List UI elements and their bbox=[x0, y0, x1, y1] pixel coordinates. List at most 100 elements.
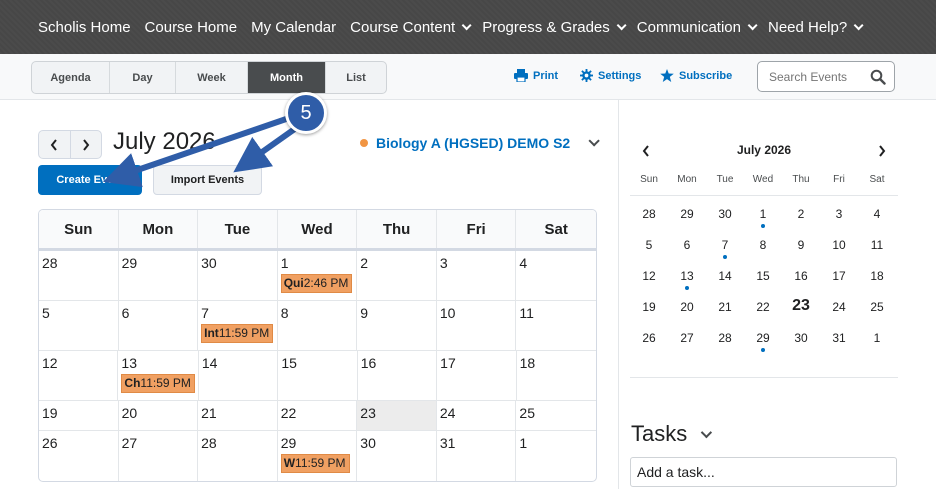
day-cell[interactable]: 1 bbox=[516, 431, 596, 481]
day-cell[interactable]: 23 bbox=[357, 401, 437, 430]
mini-day[interactable]: 21 bbox=[706, 293, 744, 324]
mini-day[interactable]: 15 bbox=[744, 262, 782, 293]
mini-day[interactable]: 20 bbox=[668, 293, 706, 324]
mini-day[interactable]: 19 bbox=[630, 293, 668, 324]
mini-next-month-button[interactable] bbox=[873, 142, 891, 160]
mini-day[interactable]: 25 bbox=[858, 293, 896, 324]
mini-day[interactable]: 22 bbox=[744, 293, 782, 324]
mini-day[interactable]: 28 bbox=[630, 200, 668, 231]
nav-item-scholis-home[interactable]: Scholis Home bbox=[38, 19, 131, 36]
calendar-event[interactable]: Qui2:46 PM bbox=[280, 274, 353, 293]
day-cell[interactable]: 19 bbox=[39, 401, 119, 430]
mini-day[interactable]: 31 bbox=[820, 324, 858, 355]
day-cell[interactable]: 15 bbox=[278, 351, 358, 400]
calendar-event[interactable]: Int11:59 PM bbox=[201, 324, 274, 343]
subscribe-link[interactable]: Subscribe bbox=[660, 69, 732, 82]
day-cell[interactable]: 7 Int11:59 PM bbox=[198, 301, 278, 350]
mini-day[interactable]: 29 bbox=[668, 200, 706, 231]
day-cell[interactable]: 14 bbox=[199, 351, 279, 400]
day-cell[interactable]: 13 Ch11:59 PM bbox=[118, 351, 199, 400]
mini-day[interactable]: 10 bbox=[820, 231, 858, 262]
day-cell[interactable]: 1 Qui2:46 PM bbox=[278, 251, 358, 300]
mini-day[interactable]: 7 bbox=[706, 231, 744, 262]
print-link[interactable]: Print bbox=[514, 69, 558, 82]
day-cell[interactable]: 28 bbox=[39, 251, 119, 300]
mini-day[interactable]: 5 bbox=[630, 231, 668, 262]
day-cell[interactable]: 24 bbox=[437, 401, 517, 430]
mini-day[interactable]: 3 bbox=[820, 200, 858, 231]
day-cell[interactable]: 21 bbox=[198, 401, 278, 430]
search-input[interactable] bbox=[758, 69, 858, 84]
mini-day[interactable]: 30 bbox=[706, 200, 744, 231]
day-cell[interactable]: 6 bbox=[119, 301, 199, 350]
add-task-input[interactable] bbox=[630, 457, 897, 487]
day-cell[interactable]: 18 bbox=[517, 351, 596, 400]
day-cell[interactable]: 22 bbox=[278, 401, 358, 430]
nav-item-course-home[interactable]: Course Home bbox=[145, 19, 238, 36]
mini-day[interactable]: 28 bbox=[706, 324, 744, 355]
tab-week[interactable]: Week bbox=[176, 62, 248, 93]
day-cell[interactable]: 9 bbox=[357, 301, 437, 350]
day-cell[interactable]: 5 bbox=[39, 301, 119, 350]
nav-item-course-content[interactable]: Course Content bbox=[350, 19, 472, 36]
day-cell[interactable]: 12 bbox=[39, 351, 119, 400]
mini-day[interactable]: 11 bbox=[858, 231, 896, 262]
nav-item-need-help[interactable]: Need Help? bbox=[768, 19, 864, 36]
tasks-toggle[interactable]: Tasks bbox=[631, 421, 713, 447]
day-cell[interactable]: 28 bbox=[198, 431, 278, 481]
day-cell[interactable]: 30 bbox=[198, 251, 278, 300]
day-cell[interactable]: 20 bbox=[119, 401, 199, 430]
search-events[interactable] bbox=[757, 61, 895, 92]
mini-day-today[interactable]: 23 bbox=[782, 293, 820, 324]
mini-day[interactable]: 8 bbox=[744, 231, 782, 262]
mini-day[interactable]: 2 bbox=[782, 200, 820, 231]
mini-day[interactable]: 17 bbox=[820, 262, 858, 293]
course-selector[interactable]: Biology A (HGSED) DEMO S2 bbox=[360, 135, 600, 151]
tab-month[interactable]: Month bbox=[248, 62, 326, 93]
day-cell[interactable]: 17 bbox=[437, 351, 517, 400]
tab-agenda[interactable]: Agenda bbox=[32, 62, 110, 93]
search-icon[interactable] bbox=[870, 69, 886, 85]
day-cell[interactable]: 29 W11:59 PM bbox=[278, 431, 358, 481]
tab-list[interactable]: List bbox=[326, 62, 386, 93]
day-cell[interactable]: 8 bbox=[278, 301, 358, 350]
day-cell[interactable]: 31 bbox=[437, 431, 517, 481]
day-cell[interactable]: 16 bbox=[358, 351, 438, 400]
mini-day[interactable]: 1 bbox=[858, 324, 896, 355]
day-cell[interactable]: 25 bbox=[516, 401, 596, 430]
day-cell[interactable]: 3 bbox=[437, 251, 517, 300]
nav-item-progress-grades[interactable]: Progress & Grades bbox=[482, 19, 627, 36]
import-events-button[interactable]: Import Events bbox=[153, 165, 262, 195]
nav-item-communication[interactable]: Communication bbox=[637, 19, 758, 36]
next-month-button[interactable] bbox=[71, 131, 102, 158]
calendar-event[interactable]: Ch11:59 PM bbox=[121, 374, 195, 393]
mini-day[interactable]: 1 bbox=[744, 200, 782, 231]
mini-day[interactable]: 6 bbox=[668, 231, 706, 262]
tab-day[interactable]: Day bbox=[110, 62, 176, 93]
day-cell[interactable]: 4 bbox=[516, 251, 596, 300]
mini-day[interactable]: 12 bbox=[630, 262, 668, 293]
day-cell[interactable]: 26 bbox=[39, 431, 119, 481]
mini-day[interactable]: 26 bbox=[630, 324, 668, 355]
mini-day[interactable]: 24 bbox=[820, 293, 858, 324]
day-cell[interactable]: 27 bbox=[119, 431, 199, 481]
previous-month-button[interactable] bbox=[39, 131, 71, 158]
day-cell[interactable]: 30 bbox=[357, 431, 437, 481]
mini-day[interactable]: 14 bbox=[706, 262, 744, 293]
mini-day[interactable]: 30 bbox=[782, 324, 820, 355]
calendar-event[interactable]: W11:59 PM bbox=[280, 454, 350, 473]
day-cell[interactable]: 10 bbox=[437, 301, 517, 350]
day-cell[interactable]: 2 bbox=[357, 251, 437, 300]
mini-day[interactable]: 27 bbox=[668, 324, 706, 355]
mini-day[interactable]: 16 bbox=[782, 262, 820, 293]
mini-day[interactable]: 13 bbox=[668, 262, 706, 293]
mini-day[interactable]: 9 bbox=[782, 231, 820, 262]
mini-day[interactable]: 18 bbox=[858, 262, 896, 293]
nav-item-my-calendar[interactable]: My Calendar bbox=[251, 19, 336, 36]
settings-link[interactable]: Settings bbox=[580, 69, 641, 82]
create-event-button[interactable]: Create Event bbox=[38, 165, 142, 195]
mini-day[interactable]: 29 bbox=[744, 324, 782, 355]
day-cell[interactable]: 11 bbox=[516, 301, 596, 350]
day-cell[interactable]: 29 bbox=[119, 251, 199, 300]
mini-day[interactable]: 4 bbox=[858, 200, 896, 231]
